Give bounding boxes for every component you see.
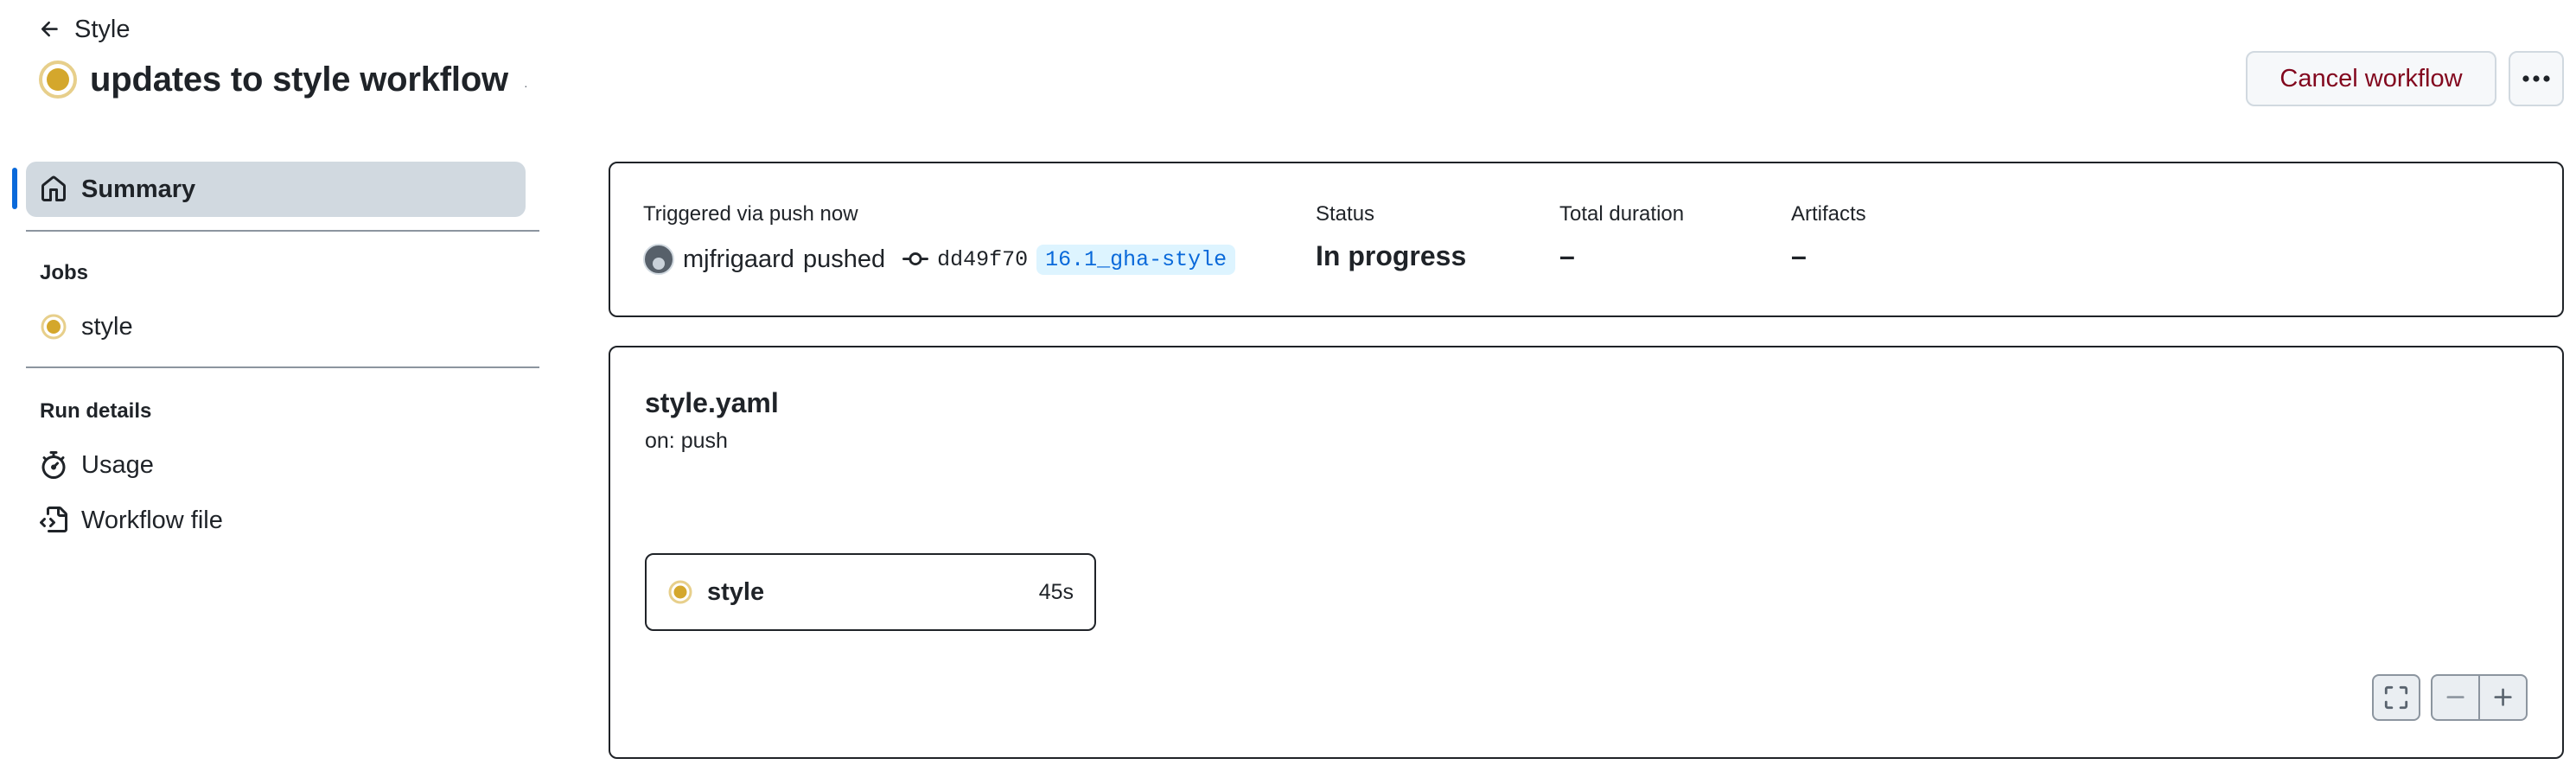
trigger-label: Triggered via push now <box>643 202 858 226</box>
fullscreen-icon <box>2384 685 2408 710</box>
title-suffix: · <box>523 79 528 92</box>
sidebar-item-label: Usage <box>81 450 154 479</box>
zoom-in-button[interactable] <box>2478 676 2526 719</box>
sidebar-item-summary[interactable]: Summary <box>26 162 526 217</box>
artifacts-value: – <box>1791 240 1807 271</box>
trigger-details: mjfrigaard pushed dd49f70 16.1_gha-style <box>643 242 1236 277</box>
run-details-heading: Run details <box>40 399 152 423</box>
zoom-out-button[interactable] <box>2433 676 2478 719</box>
arrow-left-icon <box>41 21 58 37</box>
status-value: In progress <box>1316 240 1467 271</box>
sidebar-item-job-style[interactable]: style <box>26 303 526 351</box>
job-name: style <box>707 577 765 606</box>
duration-value: – <box>1559 240 1575 271</box>
actor-link[interactable]: mjfrigaard <box>683 245 794 274</box>
workflow-file-name: style.yaml <box>645 387 779 418</box>
sidebar-item-usage[interactable]: Usage <box>26 441 526 489</box>
in-progress-icon <box>39 61 77 99</box>
avatar[interactable] <box>643 244 674 275</box>
sidebar-item-workflow-file[interactable]: Workflow file <box>26 496 526 545</box>
dash-icon <box>2446 696 2464 698</box>
workflow-trigger-event: on: push <box>645 429 728 453</box>
fullscreen-button[interactable] <box>2372 674 2420 721</box>
page-title-row: updates to style workflow · <box>38 54 528 105</box>
trigger-action: pushed <box>802 245 886 273</box>
sidebar-item-label: style <box>81 312 133 341</box>
branch-badge[interactable]: 16.1_gha-style <box>1036 244 1236 275</box>
commit-sha-link[interactable]: dd49f70 <box>937 247 1028 272</box>
in-progress-icon <box>668 580 692 604</box>
sidebar-item-label: Summary <box>81 175 196 203</box>
more-options-button[interactable] <box>2509 51 2564 106</box>
stopwatch-icon <box>41 451 66 479</box>
run-summary-card <box>609 162 2564 317</box>
git-commit-icon <box>902 252 929 266</box>
file-code-icon <box>40 507 67 532</box>
workflow-graph-card <box>609 346 2564 759</box>
status-label: Status <box>1316 202 1375 226</box>
jobs-heading: Jobs <box>40 261 89 284</box>
cancel-workflow-button[interactable]: Cancel workflow <box>2246 51 2496 106</box>
kebab-horizontal-icon <box>2522 75 2550 82</box>
duration-label: Total duration <box>1559 202 1685 226</box>
in-progress-icon <box>41 314 67 340</box>
job-duration: 45s <box>1038 579 1074 604</box>
page-title: updates to style workflow <box>90 60 508 99</box>
back-link[interactable]: Style <box>38 12 130 47</box>
home-icon <box>41 175 66 201</box>
active-indicator <box>12 168 17 209</box>
sidebar-item-label: Workflow file <box>81 506 223 534</box>
back-link-label: Style <box>74 15 131 43</box>
plus-icon <box>2494 688 2512 706</box>
sidebar-divider <box>26 230 539 232</box>
artifacts-label: Artifacts <box>1791 202 1866 226</box>
zoom-controls <box>2431 674 2528 721</box>
sidebar-divider <box>26 366 539 368</box>
job-node-style[interactable]: style 45s <box>645 553 1096 631</box>
